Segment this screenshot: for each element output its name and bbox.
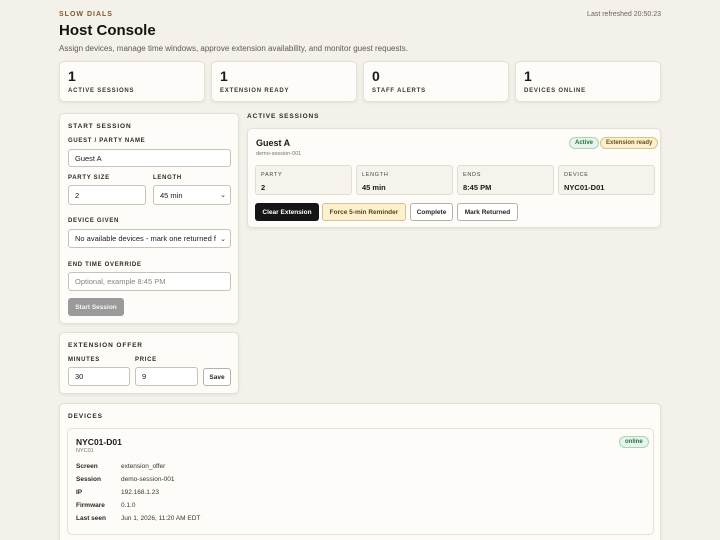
device-given-select[interactable]: No available devices - mark one returned… bbox=[68, 229, 231, 248]
device-field-value: 192.168.1.23 bbox=[121, 489, 159, 496]
device-given-value: No available devices - mark one returned… bbox=[75, 234, 216, 243]
device-field-value: extension_offer bbox=[121, 463, 166, 470]
device-name: NYC01-D01 bbox=[76, 437, 122, 447]
stat-label: STAFF ALERTS bbox=[372, 88, 426, 94]
length-label: LENGTH bbox=[153, 175, 182, 181]
status-badge: Active bbox=[569, 137, 600, 149]
metric-label: PARTY bbox=[261, 172, 283, 178]
stat-value: 1 bbox=[68, 68, 76, 84]
device-field-value: demo-session-001 bbox=[121, 476, 175, 483]
device-field-key: Session bbox=[76, 476, 101, 483]
page-title: Host Console bbox=[59, 22, 156, 39]
device-given-label: DEVICE GIVEN bbox=[68, 218, 120, 224]
mark-returned-button[interactable]: Mark Returned bbox=[457, 203, 518, 221]
start-session-heading: START SESSION bbox=[68, 123, 132, 130]
device-field-value: 0.1.0 bbox=[121, 502, 136, 509]
metric-device: DEVICE NYC01-D01 bbox=[558, 165, 655, 195]
stat-label: ACTIVE SESSIONS bbox=[68, 88, 135, 94]
metric-label: DEVICE bbox=[564, 172, 589, 178]
metric-ends: ENDS 8:45 PM bbox=[457, 165, 554, 195]
guest-name-input[interactable]: Guest A bbox=[68, 149, 231, 167]
metric-value: NYC01-D01 bbox=[564, 183, 605, 192]
stat-card-active-sessions: 1 ACTIVE SESSIONS bbox=[59, 61, 205, 102]
device-location: NYC01 bbox=[76, 448, 94, 454]
device-status-badge: online bbox=[619, 436, 649, 448]
device-field-key: IP bbox=[76, 489, 83, 496]
start-session-card: START SESSION GUEST / PARTY NAME Guest A… bbox=[59, 113, 239, 324]
device-card: NYC01-D01 NYC01 online Screen extension_… bbox=[67, 428, 654, 535]
party-size-label: PARTY SIZE bbox=[68, 175, 110, 181]
device-field-key: Firmware bbox=[76, 502, 105, 509]
stat-card-extension-ready: 1 EXTENSION READY bbox=[211, 61, 357, 102]
start-session-button[interactable]: Start Session bbox=[68, 298, 124, 316]
clear-extension-button[interactable]: Clear Extension bbox=[255, 203, 319, 221]
stat-card-staff-alerts: 0 STAFF ALERTS bbox=[363, 61, 509, 102]
end-time-input[interactable]: Optional, example 8:45 PM bbox=[68, 272, 231, 291]
devices-card: DEVICES NYC01-D01 NYC01 online Screen ex… bbox=[59, 403, 661, 540]
minutes-input[interactable]: 30 bbox=[68, 367, 130, 386]
chevron-down-icon: ⌄ bbox=[220, 235, 226, 243]
device-field-value: Jun 1, 2026, 11:20 AM EDT bbox=[121, 515, 201, 522]
session-card: Guest A demo-session-001 Active Extensio… bbox=[247, 128, 661, 228]
price-input[interactable]: 9 bbox=[135, 367, 198, 386]
stat-value: 1 bbox=[524, 68, 532, 84]
minutes-label: MINUTES bbox=[68, 357, 100, 363]
extension-offer-card: EXTENSION OFFER MINUTES 30 PRICE 9 Save bbox=[59, 332, 239, 394]
extension-offer-heading: EXTENSION OFFER bbox=[68, 342, 143, 349]
session-guest-name: Guest A bbox=[256, 138, 291, 148]
stat-value: 0 bbox=[372, 68, 380, 84]
metric-value: 2 bbox=[261, 183, 266, 192]
brand-label: SLOW DIALS bbox=[59, 11, 113, 18]
page-subtitle: Assign devices, manage time windows, app… bbox=[59, 44, 408, 53]
metric-party: PARTY 2 bbox=[255, 165, 352, 195]
stat-card-devices-online: 1 DEVICES ONLINE bbox=[515, 61, 661, 102]
devices-heading: DEVICES bbox=[68, 413, 103, 420]
session-id: demo-session-001 bbox=[256, 151, 302, 157]
last-refreshed: Last refreshed 20:50:23 bbox=[587, 11, 661, 18]
metric-value: 45 min bbox=[362, 183, 386, 192]
end-time-label: END TIME OVERRIDE bbox=[68, 262, 142, 268]
stat-value: 1 bbox=[220, 68, 228, 84]
guest-name-label: GUEST / PARTY NAME bbox=[68, 138, 146, 144]
metric-label: ENDS bbox=[463, 172, 482, 178]
party-size-input[interactable]: 2 bbox=[68, 185, 146, 205]
force-reminder-button[interactable]: Force 5-min Reminder bbox=[322, 203, 406, 221]
length-select[interactable]: 45 min ⌄ bbox=[153, 185, 231, 205]
metric-value: 8:45 PM bbox=[463, 183, 492, 192]
chevron-down-icon: ⌄ bbox=[220, 192, 226, 199]
price-label: PRICE bbox=[135, 357, 157, 363]
extension-ready-badge: Extension ready bbox=[600, 137, 659, 149]
metric-length: LENGTH 45 min bbox=[356, 165, 453, 195]
stat-label: DEVICES ONLINE bbox=[524, 88, 586, 94]
active-sessions-heading: ACTIVE SESSIONS bbox=[247, 113, 320, 120]
length-select-value: 45 min bbox=[160, 190, 183, 200]
metric-label: LENGTH bbox=[362, 172, 389, 178]
device-field-key: Screen bbox=[76, 463, 98, 470]
stat-label: EXTENSION READY bbox=[220, 88, 290, 94]
device-field-key: Last seen bbox=[76, 515, 106, 522]
complete-button[interactable]: Complete bbox=[410, 203, 453, 221]
save-offer-button[interactable]: Save bbox=[203, 368, 231, 386]
